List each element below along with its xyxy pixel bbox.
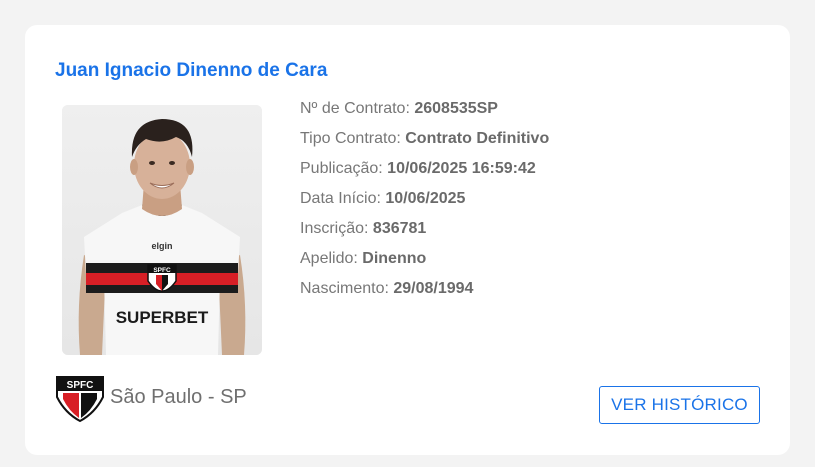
detail-label: Apelido: bbox=[300, 250, 363, 267]
detail-label: Nascimento: bbox=[300, 280, 394, 297]
detail-label: Tipo Contrato: bbox=[300, 130, 406, 147]
view-history-button[interactable]: VER HISTÓRICO bbox=[599, 386, 760, 424]
detail-contract-number: Nº de Contrato: 2608535SP bbox=[300, 98, 549, 128]
contract-details: Nº de Contrato: 2608535SP Tipo Contrato:… bbox=[300, 98, 549, 308]
detail-value: Dinenno bbox=[362, 250, 427, 267]
detail-value: 10/06/2025 bbox=[385, 190, 466, 207]
shirt-brand-text: elgin bbox=[151, 241, 172, 251]
shirt-crest-text: SPFC bbox=[153, 267, 171, 274]
detail-value: 836781 bbox=[372, 220, 427, 237]
player-name: Juan Ignacio Dinenno de Cara bbox=[55, 60, 328, 81]
detail-value: 29/08/1994 bbox=[393, 280, 474, 297]
detail-label: Nº de Contrato: bbox=[300, 100, 415, 117]
detail-value: Contrato Definitivo bbox=[405, 130, 550, 147]
club-name: São Paulo - SP bbox=[110, 386, 247, 408]
detail-value: 2608535SP bbox=[414, 100, 498, 117]
detail-nickname: Apelido: Dinenno bbox=[300, 248, 549, 278]
crest-text: SPFC bbox=[67, 380, 94, 391]
detail-registration: Inscrição: 836781 bbox=[300, 218, 549, 248]
shirt-sponsor-text: SUPERBET bbox=[116, 308, 209, 327]
detail-value: 10/06/2025 16:59:42 bbox=[387, 160, 536, 177]
spfc-crest-icon: SPFC bbox=[56, 376, 104, 423]
detail-start-date: Data Início: 10/06/2025 bbox=[300, 188, 549, 218]
detail-label: Data Início: bbox=[300, 190, 386, 207]
detail-label: Publicação: bbox=[300, 160, 388, 177]
detail-birth-date: Nascimento: 29/08/1994 bbox=[300, 278, 549, 308]
club-info: SPFC São Paulo - SP bbox=[55, 375, 247, 423]
player-card: Juan Ignacio Dinenno de Cara SPFC SUPERB… bbox=[25, 25, 790, 455]
detail-contract-type: Tipo Contrato: Contrato Definitivo bbox=[300, 128, 549, 158]
detail-publication: Publicação: 10/06/2025 16:59:42 bbox=[300, 158, 549, 188]
detail-label: Inscrição: bbox=[300, 220, 373, 237]
player-photo: SPFC SUPERBET elgin bbox=[62, 105, 262, 355]
